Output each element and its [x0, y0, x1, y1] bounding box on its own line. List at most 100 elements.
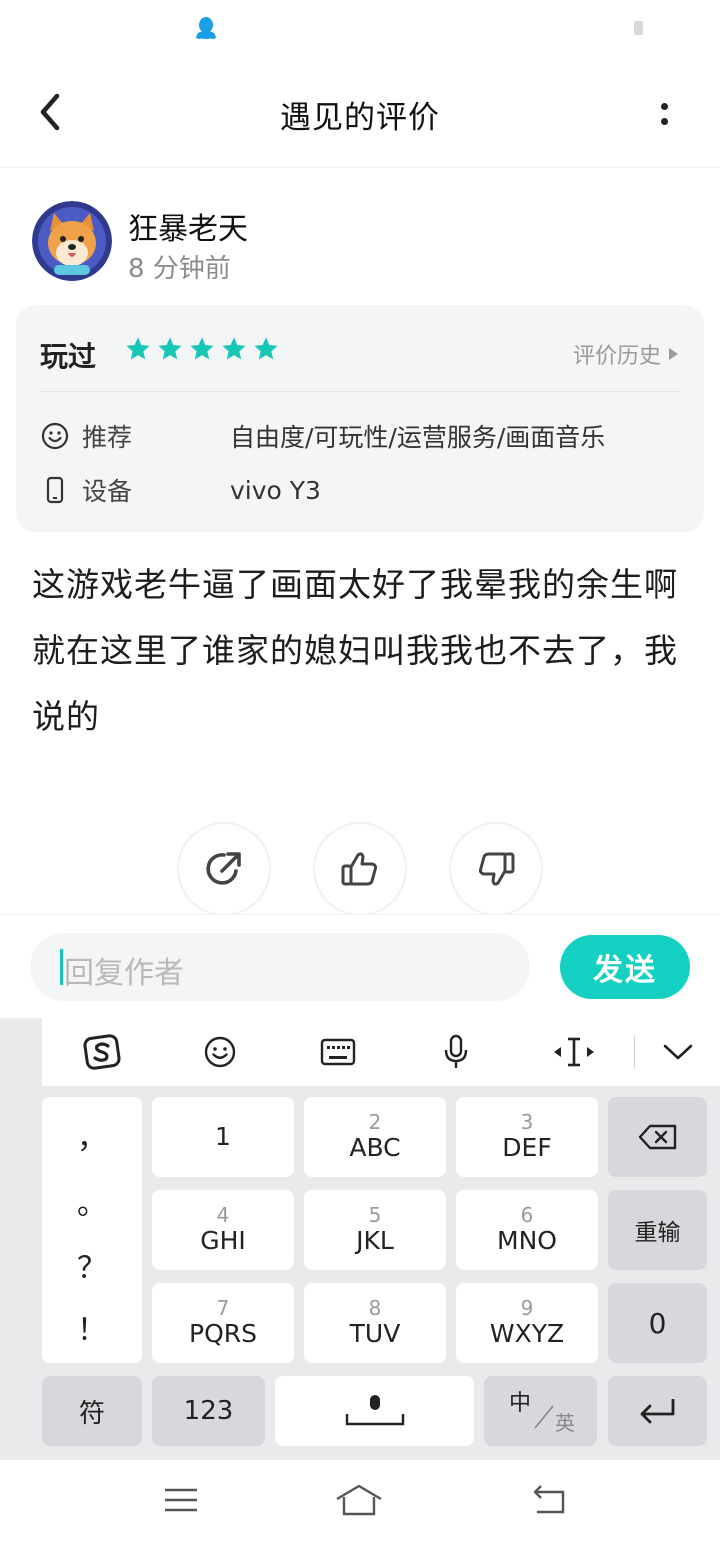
punct-key-question[interactable]: ？ [42, 1243, 142, 1287]
key-5[interactable]: 5 JKL [304, 1190, 446, 1270]
lang-zh-label: 中 [509, 1391, 531, 1416]
space-key[interactable] [275, 1376, 474, 1446]
toolbar-divider [634, 1036, 635, 1068]
recommend-label: 推荐 [82, 423, 133, 452]
microphone-icon [444, 1034, 468, 1068]
review-text: 这游戏老牛逼了画面太好了我晕我的余生啊就在这里了谁家的媳妇叫我我也不去了，我说的 [32, 565, 678, 736]
key-0[interactable]: 0 [608, 1283, 707, 1363]
key-6-number: 6 [520, 1203, 534, 1227]
card-divider [40, 391, 680, 392]
review-card: 玩过 评价历史 推荐 自由度/可玩性/运营服务/画面音乐 设备 vivo Y3 [16, 305, 704, 532]
sogou-icon [83, 1034, 121, 1070]
numeric-key[interactable]: 123 [152, 1376, 265, 1446]
device-value: vivo Y3 [230, 475, 321, 505]
cursor-move-button[interactable] [552, 1030, 596, 1074]
more-dot-icon [660, 103, 668, 110]
enter-icon [640, 1399, 674, 1424]
key-4-number: 4 [216, 1203, 230, 1227]
key-2-letters: ABC [349, 1133, 401, 1162]
like-button[interactable] [313, 822, 407, 916]
language-switch-key[interactable]: 中 英 [484, 1376, 597, 1446]
hide-keyboard-button[interactable] [656, 1030, 700, 1074]
keyboard-layout-button[interactable] [316, 1030, 360, 1074]
punct-key-exclaim[interactable]: ！ [42, 1305, 142, 1349]
review-history-link[interactable]: 评价历史 [573, 338, 678, 370]
share-button[interactable] [177, 822, 271, 916]
key-8[interactable]: 8 TUV [304, 1283, 446, 1363]
punct-key-comma[interactable]: ， [42, 1113, 142, 1157]
text-caret [60, 949, 63, 985]
recommend-row: 推荐 自由度/可玩性/运营服务/画面音乐 [40, 418, 605, 454]
retype-label: 重输 [634, 1220, 681, 1246]
author-name[interactable]: 狂暴老天 [128, 204, 248, 248]
nav-back-icon [533, 1485, 565, 1514]
keyboard-toolbar [42, 1018, 720, 1086]
key-2[interactable]: 2 ABC [304, 1097, 446, 1177]
page-title: 遇见的评价 [280, 100, 440, 136]
key-7[interactable]: 7 PQRS [152, 1283, 294, 1363]
avatar[interactable] [32, 201, 112, 281]
key-6[interactable]: 6 MNO [456, 1190, 598, 1270]
emoji-button[interactable] [198, 1030, 242, 1074]
home-icon [336, 1484, 382, 1516]
more-dot-icon [660, 118, 668, 125]
thumbs-down-icon [478, 852, 515, 886]
phone-icon [46, 476, 64, 504]
numeric-key-label: 123 [183, 1396, 234, 1426]
lang-en-label: 英 [555, 1411, 575, 1435]
key-9-number: 9 [520, 1296, 534, 1320]
backspace-key[interactable] [608, 1097, 707, 1177]
recommend-value: 自由度/可玩性/运营服务/画面音乐 [230, 423, 606, 452]
menu-icon [165, 1488, 197, 1512]
reply-placeholder: 回复作者 [64, 956, 184, 991]
system-nav-bar [0, 1460, 720, 1544]
star-icon [222, 337, 246, 360]
key-3-letters: DEF [502, 1133, 552, 1162]
post-time: 8 分钟前 [128, 254, 231, 284]
keyboard-icon [320, 1038, 356, 1066]
reply-input[interactable]: 回复作者 [30, 933, 530, 1001]
cursor-move-icon [554, 1037, 594, 1067]
status-bar [0, 0, 720, 56]
played-label: 玩过 [40, 340, 97, 373]
chevron-down-icon [663, 1044, 693, 1060]
key-1-label: 1 [215, 1122, 231, 1151]
battery-icon [634, 21, 643, 35]
language-switch-icon: 中 英 [509, 1391, 575, 1435]
key-4-letters: GHI [200, 1226, 246, 1255]
voice-input-button[interactable] [434, 1030, 478, 1074]
nav-back-button[interactable] [524, 1480, 574, 1520]
star-icon [254, 337, 278, 360]
key-0-label: 0 [648, 1306, 667, 1340]
more-options-button[interactable] [646, 94, 682, 134]
key-8-letters: TUV [349, 1319, 401, 1348]
emoji-icon [204, 1036, 236, 1068]
star-rating [124, 335, 280, 363]
share-icon [206, 852, 241, 885]
key-3[interactable]: 3 DEF [456, 1097, 598, 1177]
key-7-letters: PQRS [189, 1319, 257, 1348]
star-icon [190, 337, 214, 360]
key-4[interactable]: 4 GHI [152, 1190, 294, 1270]
punct-key-period[interactable]: 。 [42, 1179, 142, 1223]
key-9[interactable]: 9 WXYZ [456, 1283, 598, 1363]
header: 遇见的评价 [0, 64, 720, 168]
triangle-right-icon [669, 348, 678, 360]
device-row: 设备 vivo Y3 [40, 472, 321, 508]
key-5-letters: JKL [356, 1226, 394, 1255]
enter-key[interactable] [608, 1376, 707, 1446]
nav-home-button[interactable] [334, 1480, 384, 1520]
retype-key[interactable]: 重输 [608, 1190, 707, 1270]
key-1[interactable]: 1 [152, 1097, 294, 1177]
key-3-number: 3 [520, 1110, 534, 1134]
dislike-button[interactable] [449, 822, 543, 916]
send-button[interactable]: 发送 [560, 935, 690, 999]
star-icon [158, 337, 182, 360]
punctuation-column: ， 。 ？ ！ [42, 1097, 142, 1363]
sogou-logo-button[interactable] [80, 1030, 124, 1074]
nav-menu-button[interactable] [156, 1480, 206, 1520]
shiba-avatar-icon [32, 201, 112, 281]
thumbs-up-icon [341, 852, 378, 886]
symbol-key[interactable]: 符 [42, 1376, 142, 1446]
qq-notification-icon [196, 17, 216, 39]
